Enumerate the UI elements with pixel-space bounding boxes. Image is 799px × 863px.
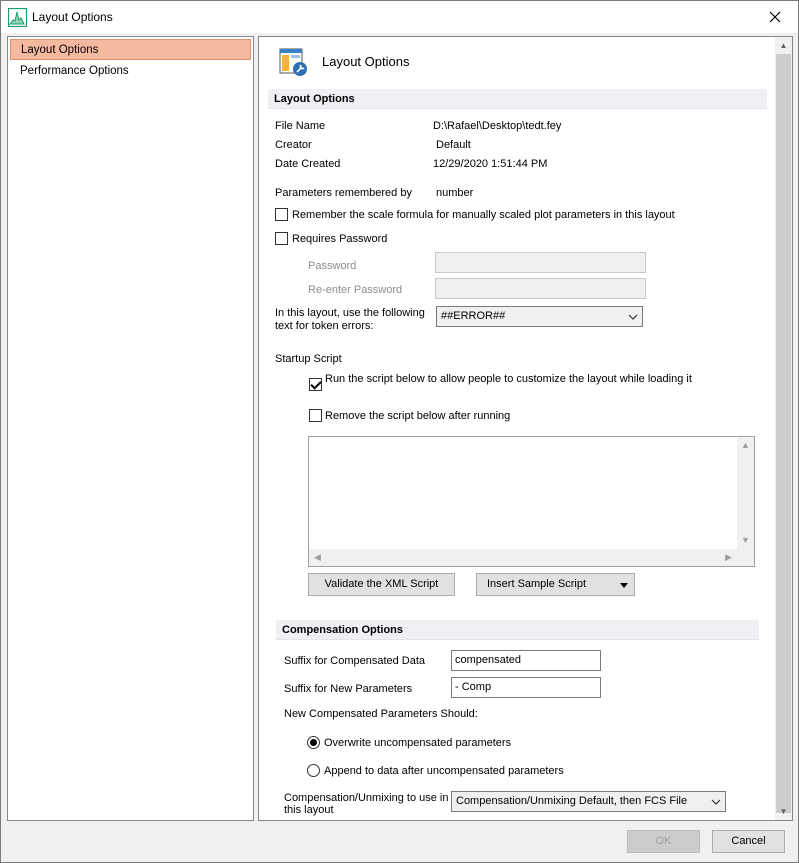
validate-xml-button[interactable]: Validate the XML Script [308, 573, 455, 596]
ok-button[interactable]: OK [627, 830, 700, 853]
dropdown-arrow-icon [620, 583, 628, 588]
section-header-layout: Layout Options [268, 89, 767, 109]
nav-item-label: Performance Options [20, 65, 129, 77]
append-label: Append to data after uncompensated param… [324, 765, 564, 777]
reenter-password-label: Re-enter Password [308, 284, 403, 296]
chevron-down-icon [628, 314, 638, 320]
unmixing-label: Compensation/Unmixing to use in this lay… [284, 792, 449, 816]
app-logo-icon [8, 8, 27, 27]
overwrite-label: Overwrite uncompensated parameters [324, 737, 512, 749]
close-button[interactable] [752, 1, 798, 33]
suffix-compensated-input[interactable]: compensated [451, 650, 601, 671]
window-title: Layout Options [32, 10, 113, 24]
token-errors-value: ##ERROR## [441, 310, 506, 322]
nav-item-performance-options[interactable]: Performance Options [10, 61, 251, 82]
suffix-new-parameters-input[interactable]: - Comp [451, 677, 601, 698]
editor-horizontal-scrollbar[interactable]: ◀ ▶ [309, 549, 754, 566]
suffix-new-parameters-label: Suffix for New Parameters [284, 683, 413, 695]
token-errors-select[interactable]: ##ERROR## [436, 306, 643, 327]
chevron-down-icon [711, 799, 721, 805]
dialog-window: Layout Options Layout Options Performanc… [0, 0, 799, 863]
file-name-label: File Name [275, 120, 326, 132]
date-created-value: 12/29/2020 1:51:44 PM [433, 158, 548, 170]
nav-item-layout-options[interactable]: Layout Options [10, 39, 251, 60]
remove-script-label: Remove the script below after running [325, 410, 511, 422]
remember-scale-checkbox[interactable] [275, 208, 288, 221]
requires-password-label: Requires Password [292, 233, 388, 245]
scroll-down-icon[interactable]: ▼ [741, 535, 750, 545]
close-icon [769, 11, 781, 23]
scroll-right-icon[interactable]: ▶ [725, 552, 732, 563]
section-header-compensation: Compensation Options [276, 620, 759, 640]
scrollbar-thumb[interactable] [776, 54, 791, 813]
scroll-up-icon[interactable]: ▲ [775, 37, 792, 54]
scroll-left-icon[interactable]: ◀ [314, 552, 321, 563]
suffix-compensated-label: Suffix for Compensated Data [284, 655, 426, 667]
layout-settings-icon [279, 48, 307, 76]
navigation-list: Layout Options Performance Options [7, 36, 254, 821]
password-label: Password [308, 260, 357, 272]
reenter-password-field[interactable] [435, 278, 646, 299]
options-panel: Layout Options Layout Options File Name … [258, 36, 793, 821]
startup-script-label: Startup Script [275, 353, 342, 365]
insert-sample-script-label: Insert Sample Script [487, 578, 587, 590]
unmixing-select[interactable]: Compensation/Unmixing Default, then FCS … [451, 791, 726, 812]
append-radio[interactable] [307, 764, 320, 777]
token-errors-label: In this layout, use the following text f… [275, 307, 425, 332]
scroll-down-icon[interactable]: ▼ [775, 803, 792, 820]
password-field[interactable] [435, 252, 646, 273]
requires-password-checkbox[interactable] [275, 232, 288, 245]
creator-value: Default [436, 139, 471, 151]
insert-sample-script-button[interactable]: Insert Sample Script [476, 573, 635, 596]
file-name-value: D:\Rafael\Desktop\tedt.fey [433, 120, 562, 132]
remember-scale-label: Remember the scale formula for manually … [292, 209, 675, 221]
parameters-remembered-value: number [436, 187, 474, 199]
scroll-up-icon[interactable]: ▲ [741, 440, 750, 450]
nav-item-label: Layout Options [21, 44, 99, 56]
title-bar: Layout Options [1, 1, 798, 33]
editor-vertical-scrollbar[interactable]: ▲ ▼ [737, 437, 754, 566]
run-script-checkbox[interactable] [309, 378, 322, 391]
new-parameters-should-label: New Compensated Parameters Should: [284, 708, 478, 720]
panel-vertical-scrollbar[interactable]: ▲ ▼ [775, 37, 792, 820]
page-title: Layout Options [322, 54, 410, 69]
startup-script-editor[interactable]: ▲ ▼ ◀ ▶ [308, 436, 755, 567]
editor-scroll-corner [737, 549, 754, 566]
unmixing-value: Compensation/Unmixing Default, then FCS … [456, 795, 688, 807]
creator-label: Creator [275, 139, 312, 151]
overwrite-radio[interactable] [307, 736, 320, 749]
remove-script-checkbox[interactable] [309, 409, 322, 422]
date-created-label: Date Created [275, 158, 341, 170]
run-script-label: Run the script below to allow people to … [325, 373, 692, 385]
parameters-remembered-label: Parameters remembered by [275, 187, 412, 199]
cancel-button[interactable]: Cancel [712, 830, 785, 853]
